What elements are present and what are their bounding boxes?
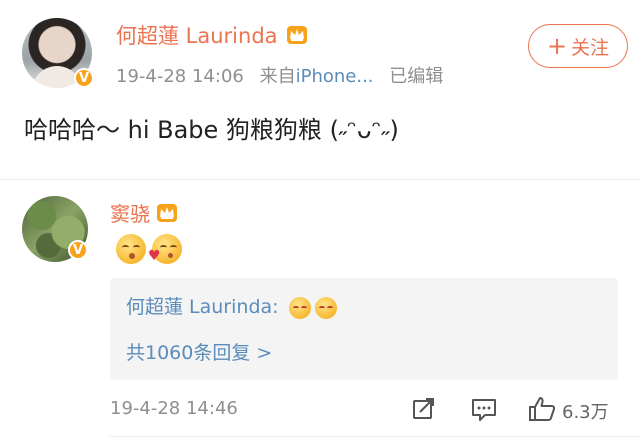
follow-button[interactable]: + 关注 (528, 24, 628, 68)
reply-count-link[interactable]: 共1060条回复 > (126, 338, 272, 365)
reply-author: 何超蓮 Laurinda: (126, 296, 279, 318)
commenter-name[interactable]: 窦骁 (110, 198, 150, 227)
divider (110, 436, 640, 437)
like-count: 6.3万 (562, 402, 609, 423)
post-text: 哈哈哈～ hi Babe 狗粮狗粮 (˶ᵔᴗᵔ˶) (24, 116, 399, 144)
post-timestamp: 19-4-28 14:06 (116, 66, 244, 87)
post-author-name[interactable]: 何超蓮 Laurinda (116, 20, 278, 50)
follow-label: 关注 (571, 36, 610, 59)
post-author-row: 何超蓮 Laurinda (116, 20, 308, 50)
kiss-emoji-icon (116, 234, 146, 264)
comment-timestamp: 19-4-28 14:46 (110, 398, 238, 419)
verified-badge-icon: V (74, 68, 94, 88)
comment-emojis: ♥ (116, 234, 182, 264)
blow-kiss-emoji-icon: ♥ (148, 234, 182, 264)
like-icon[interactable] (528, 396, 556, 422)
verified-badge-icon: V (68, 240, 88, 260)
reply-preview-line[interactable]: 何超蓮 Laurinda: (126, 292, 337, 319)
heart-eyes-emoji-icon (314, 296, 337, 319)
plus-icon: + (546, 32, 568, 60)
heart-eyes-emoji-icon (288, 296, 311, 319)
share-icon[interactable] (412, 398, 436, 420)
post-source[interactable]: iPhone... (296, 66, 374, 87)
post-meta: 19-4-28 14:06 来自iPhone... 已编辑 (116, 62, 443, 88)
commenter-row: 窦骁 (110, 198, 178, 227)
edited-label[interactable]: 已编辑 (389, 66, 443, 87)
crown-icon (157, 203, 177, 222)
comment-icon[interactable] (471, 398, 497, 422)
source-prefix: 来自 (259, 66, 296, 87)
crown-icon (286, 26, 307, 44)
divider (0, 179, 640, 180)
